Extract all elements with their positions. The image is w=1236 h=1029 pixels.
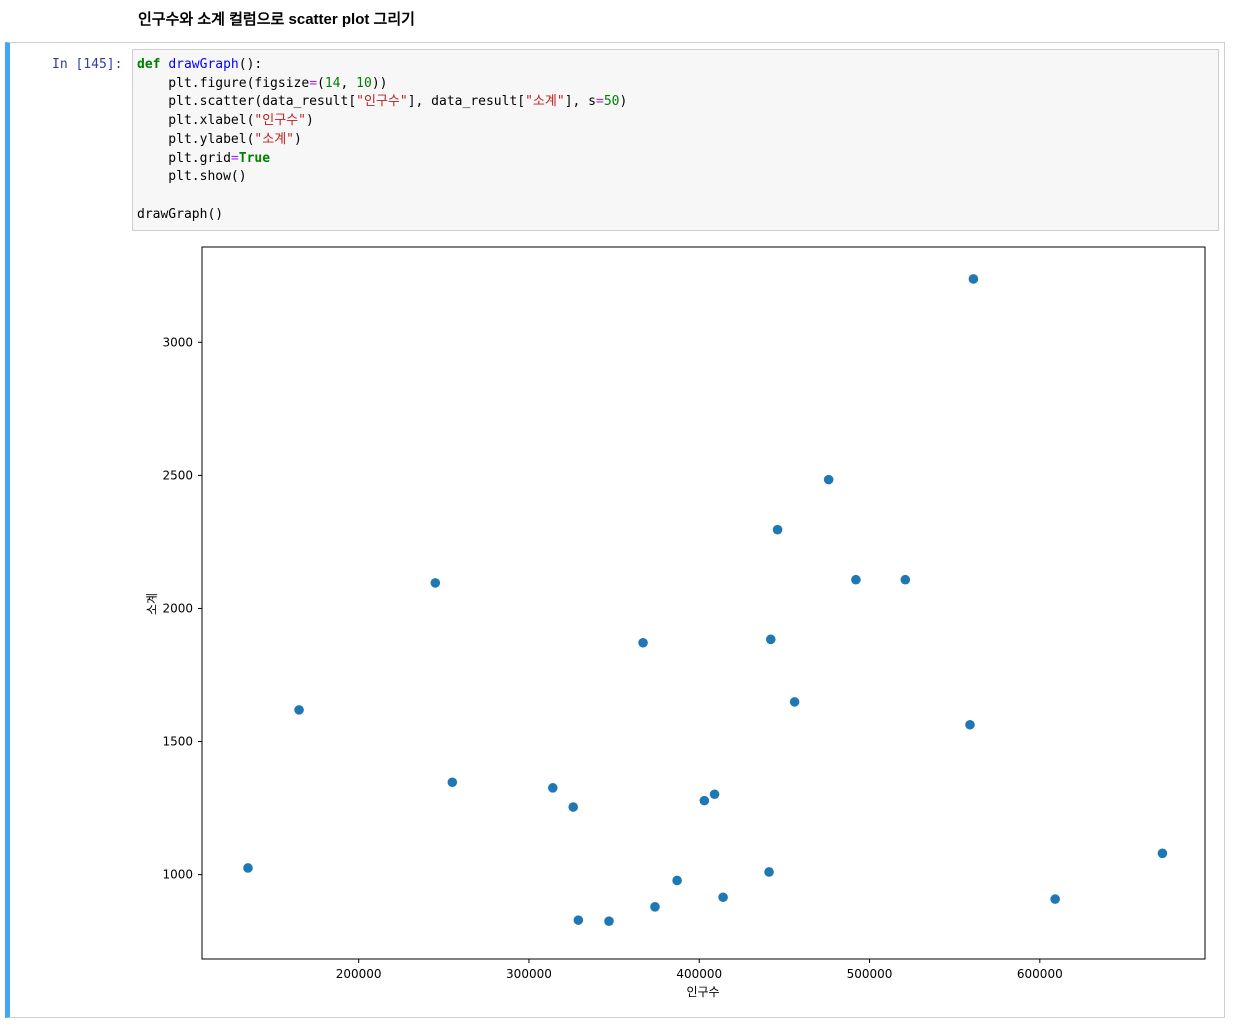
code-keyword-true: True: [238, 150, 271, 166]
y-tick-label: 3000: [162, 335, 193, 349]
scatter-plot: 200000 300000 400000 500000 600000 1000 1500 2…: [145, 246, 1206, 999]
scatter-point: [789, 697, 800, 707]
scatter-point: [968, 274, 979, 284]
code-token: ():: [238, 57, 263, 72]
code-string: "소계": [525, 94, 565, 110]
code-token: plt.grid: [137, 150, 231, 166]
y-tick-label: 2000: [162, 601, 193, 615]
scatter-point: [243, 863, 253, 873]
code-token: )): [371, 75, 388, 91]
code-token: ,: [340, 75, 357, 91]
scatter-point: [709, 789, 720, 800]
scatter-point: [1157, 848, 1168, 859]
code-number: 14: [324, 75, 341, 91]
code-number: 50: [603, 94, 620, 110]
code-string: "인구수": [356, 94, 408, 110]
scatter-point: [430, 578, 441, 588]
x-axis-label: 인구수: [686, 985, 719, 999]
x-tick-label: 200000: [336, 967, 382, 981]
code-token: plt.show(): [137, 169, 247, 185]
cell-output: 200000 300000 400000 500000 600000 1000 1500 2…: [132, 238, 1219, 1008]
cell-prompt: In [145]:: [52, 57, 123, 72]
scatter-point: [447, 777, 458, 788]
scatter-point: [851, 574, 861, 585]
scatter-point: [672, 875, 682, 886]
scatter-point: [900, 574, 911, 585]
code-keyword-def: def: [137, 57, 161, 72]
scatter-point: [604, 916, 614, 927]
scatter-point: [568, 802, 579, 812]
scatter-point: [650, 902, 660, 912]
scatter-point: [699, 795, 710, 806]
scatter-point: [765, 634, 776, 645]
code-token: ], s: [564, 94, 596, 110]
scatter-point: [823, 474, 834, 485]
code-number: 10: [356, 75, 372, 91]
code-function-name: drawGraph: [168, 57, 239, 72]
x-tick-label: 400000: [676, 967, 722, 981]
scatter-point: [764, 867, 774, 877]
code-token: ): [305, 113, 314, 129]
scatter-point: [965, 719, 975, 730]
scatter-point: [547, 783, 558, 793]
scatter-point: [638, 637, 648, 648]
scatter-point: [573, 915, 584, 925]
scatter-point: [772, 524, 783, 535]
code-token: plt.ylabel(: [137, 131, 255, 147]
y-tick-label: 2500: [162, 468, 193, 482]
code-operator: =: [309, 75, 318, 91]
code-text: def drawGraph(): plt.figure(figsize=(14,…: [133, 50, 1218, 224]
scatter-point: [294, 705, 304, 715]
x-axis-ticks: 200000 300000 400000 500000 600000: [336, 959, 1063, 981]
code-token: ): [619, 94, 628, 110]
code-token: plt.xlabel(: [137, 113, 255, 129]
x-tick-label: 300000: [506, 967, 552, 981]
x-tick-label: 500000: [847, 967, 893, 981]
plot-frame: [201, 246, 1206, 960]
x-tick-label: 600000: [1017, 967, 1063, 981]
y-tick-label: 1500: [162, 735, 193, 749]
code-string: "인구수": [254, 113, 306, 129]
code-token: drawGraph(): [137, 206, 224, 222]
code-token: plt.figure(figsize: [137, 75, 310, 91]
scatter-point: [1050, 894, 1060, 904]
code-operator: =: [596, 94, 604, 110]
code-token: ): [293, 131, 302, 147]
y-axis-ticks: 1000 1500 2000 2500 3000: [162, 335, 202, 882]
code-token: ], data_result[: [407, 94, 526, 110]
scatter-point: [718, 892, 728, 903]
code-token: (: [317, 75, 325, 91]
y-axis-label: 소계: [145, 593, 159, 615]
code-string: "소계": [254, 131, 294, 147]
y-tick-label: 1000: [162, 868, 193, 882]
code-operator: =: [230, 150, 239, 166]
markdown-heading: 인구수와 소계 컬럼으로 scatter plot 그리기: [138, 11, 415, 28]
code-token: plt.scatter(data_result[: [137, 94, 357, 110]
scatter-points: [243, 274, 1168, 927]
code-editor[interactable]: def drawGraph(): plt.figure(figsize=(14,…: [132, 49, 1219, 231]
